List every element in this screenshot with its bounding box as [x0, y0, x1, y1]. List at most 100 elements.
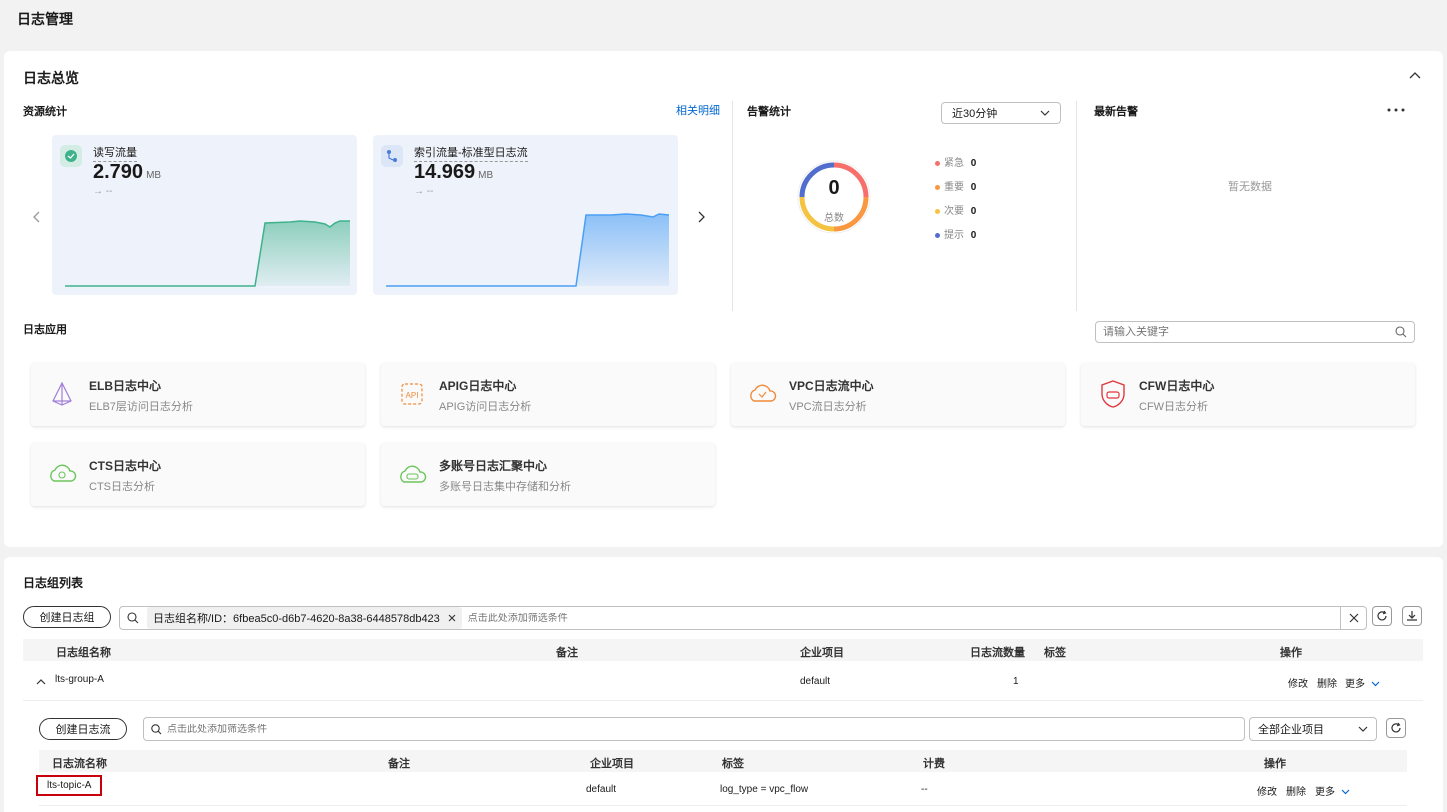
app-card-elb[interactable]: ELB日志中心 ELB7层访问日志分析 — [31, 363, 365, 426]
vpc-icon — [750, 384, 777, 402]
legend-count: 0 — [970, 206, 977, 217]
stream-refresh-button[interactable] — [1386, 718, 1406, 738]
app-desc: CTS日志分析 — [89, 481, 155, 493]
alarm-total: 0 — [828, 177, 840, 199]
group-name-link[interactable]: lts-group-A — [55, 674, 104, 685]
legend-label: 重要 — [944, 182, 964, 193]
app-card-cfw[interactable]: CFW日志中心 CFW日志分析 — [1081, 363, 1415, 426]
chevron-down-icon — [1358, 726, 1368, 732]
legend-count: 0 — [970, 158, 977, 169]
download-button[interactable] — [1402, 606, 1422, 626]
col-header: 操作 — [1264, 758, 1286, 770]
next-arrow-icon[interactable] — [698, 211, 706, 223]
enterprise-cell: default — [800, 676, 831, 687]
search-icon[interactable] — [1395, 326, 1407, 338]
delete-link[interactable]: 删除 — [1286, 783, 1306, 798]
group-filter-input[interactable] — [467, 612, 1332, 624]
app-search-input[interactable] — [1103, 326, 1395, 338]
prev-arrow-icon[interactable] — [32, 211, 40, 223]
legend-dot — [935, 233, 940, 238]
read-write-traffic-card: 读写流量 2.790 MB → -- — [52, 135, 357, 295]
app-card-multi-account[interactable]: 多账号日志汇聚中心 多账号日志集中存储和分析 — [381, 443, 715, 506]
app-card-cts[interactable]: CTS日志中心 CTS日志分析 — [31, 443, 365, 506]
app-title: 多账号日志汇聚中心 — [439, 459, 548, 473]
stream-name-link[interactable]: lts-topic-A — [36, 775, 103, 796]
chevron-down-icon — [1040, 110, 1050, 116]
more-dropdown[interactable]: 更多 — [1315, 783, 1350, 798]
tags-cell: log_type = vpc_flow — [720, 784, 809, 795]
filter-tag-text: 日志组名称/ID：6fbea5c0-d6b7-4620-8a38-6448578… — [153, 613, 440, 625]
log-apps-title: 日志应用 — [23, 324, 67, 336]
col-header: 日志流数量 — [970, 647, 1025, 659]
log-overview-card: 日志总览 资源统计 相关明细 读写流量 2.790 MB → -- 索引流量-标准… — [4, 51, 1443, 547]
stream-filter-bar[interactable] — [143, 717, 1245, 741]
legend-item-urgent: 紧急 0 — [935, 152, 976, 176]
col-header: 日志组名称 — [56, 647, 111, 659]
search-icon — [151, 723, 162, 734]
chevron-down-icon — [1341, 789, 1350, 795]
app-card-vpc[interactable]: VPC日志流中心 VPC流日志分析 — [731, 363, 1065, 426]
stream-filter-input[interactable] — [167, 723, 1237, 735]
app-title: VPC日志流中心 — [789, 379, 874, 393]
delete-link[interactable]: 删除 — [1317, 675, 1337, 690]
app-desc: 多账号日志集中存储和分析 — [439, 481, 571, 493]
elb-icon — [52, 381, 72, 406]
table-row: lts-topic-A default log_type = vpc_flow … — [36, 772, 1407, 806]
group-filter-bar[interactable]: 日志组名称/ID：6fbea5c0-d6b7-4620-8a38-6448578… — [119, 606, 1367, 630]
col-header: 标签 — [722, 758, 744, 770]
divider — [732, 101, 733, 311]
index-traffic-card: 索引流量-标准型日志流 14.969 MB → -- — [373, 135, 678, 295]
more-dropdown[interactable]: 更多 — [1345, 675, 1380, 690]
legend-dot — [935, 185, 940, 190]
empty-state: 暂无数据 — [1228, 181, 1272, 193]
app-desc: APIG访问日志分析 — [439, 401, 532, 413]
legend-count: 0 — [970, 230, 977, 241]
overview-title: 日志总览 — [23, 70, 79, 86]
collapse-row-icon[interactable] — [36, 678, 46, 685]
clear-icon[interactable] — [1349, 613, 1359, 623]
stat-unit: MB — [478, 170, 494, 181]
group-table-header: 日志组名称 备注 企业项目 日志流数量 标签 操作 — [23, 639, 1423, 661]
stat-trend: → -- — [414, 186, 434, 197]
filter-tag: 日志组名称/ID：6fbea5c0-d6b7-4620-8a38-6448578… — [147, 607, 462, 629]
close-icon[interactable] — [448, 614, 456, 622]
refresh-button[interactable] — [1372, 606, 1392, 626]
time-range-select[interactable]: 近30分钟 — [941, 102, 1061, 124]
more-icon[interactable] — [1387, 108, 1405, 112]
modify-link[interactable]: 修改 — [1288, 675, 1308, 690]
stat-value-block: 14.969 MB — [414, 161, 493, 184]
app-search[interactable] — [1095, 321, 1415, 343]
refresh-icon — [1391, 722, 1401, 733]
col-header: 备注 — [388, 758, 410, 770]
legend-dot — [935, 161, 940, 166]
legend-label: 提示 — [944, 230, 964, 241]
stat-value: 14.969 — [414, 161, 476, 183]
alarm-stats-title: 告警统计 — [747, 106, 791, 118]
stat-unit: MB — [146, 170, 162, 181]
legend-item-minor: 次要 0 — [935, 200, 976, 224]
stat-label: 索引流量-标准型日志流 — [414, 144, 528, 162]
apig-icon: API — [401, 383, 423, 405]
create-log-stream-button[interactable]: 创建日志流 — [39, 718, 127, 740]
billing-cell: -- — [921, 784, 928, 795]
legend-count: 0 — [970, 182, 977, 193]
alarm-legend: 紧急 0 重要 0 次要 0 提示 0 — [935, 152, 976, 248]
enterprise-project-select[interactable]: 全部企业项目 — [1249, 717, 1377, 741]
refresh-icon — [1377, 610, 1387, 621]
create-log-group-button[interactable]: 创建日志组 — [23, 606, 111, 628]
more-label: 更多 — [1345, 679, 1365, 690]
resource-stats-title: 资源统计 — [23, 106, 67, 118]
group-list-title: 日志组列表 — [23, 576, 84, 590]
time-range-value: 近30分钟 — [952, 108, 998, 120]
modify-link[interactable]: 修改 — [1257, 783, 1277, 798]
app-desc: CFW日志分析 — [1139, 401, 1209, 413]
legend-item-info: 提示 0 — [935, 224, 976, 248]
collapse-icon[interactable] — [1409, 71, 1421, 79]
app-card-apig[interactable]: API APIG日志中心 APIG访问日志分析 — [381, 363, 715, 426]
traffic-sparkline — [65, 220, 350, 287]
chevron-down-icon — [1371, 681, 1380, 687]
related-details-link[interactable]: 相关明细 — [676, 102, 720, 118]
stream-table-header: 日志流名称 备注 企业项目 标签 计费 操作 — [39, 750, 1407, 772]
app-desc: ELB7层访问日志分析 — [89, 401, 193, 413]
legend-item-major: 重要 0 — [935, 176, 976, 200]
